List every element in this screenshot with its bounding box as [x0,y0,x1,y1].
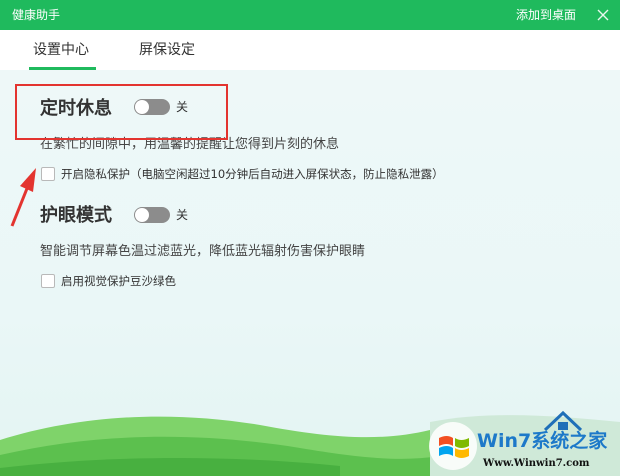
app-title: 健康助手 [12,8,61,22]
title-bar: 健康助手 添加到桌面 [0,0,620,30]
eye-protection-title: 护眼模式 [40,205,112,226]
bean-green-label: 启用视觉保护豆沙绿色 [61,274,176,288]
watermark-logo: Win7系统之家 Www.Winwin7.com [425,410,620,476]
close-icon[interactable] [594,6,612,24]
eye-protection-toggle[interactable] [134,207,170,223]
tab-bar: 设置中心 屏保设定 [0,30,620,70]
eye-protection-toggle-state: 关 [176,208,189,222]
tab-settings-center[interactable]: 设置中心 [33,41,89,59]
add-to-desktop-link[interactable]: 添加到桌面 [516,7,576,23]
privacy-protection-label: 开启隐私保护（电脑空闲超过10分钟后自动进入屏保状态，防止隐私泄露） [61,167,444,181]
bean-green-checkbox[interactable] [41,274,55,288]
tab-screensaver-settings[interactable]: 屏保设定 [139,41,195,59]
privacy-protection-checkbox[interactable] [41,167,55,181]
watermark-brand: Win7系统之家 [477,430,608,452]
watermark-url: Www.Winwin7.com [483,458,590,469]
annotation-highlight-box [15,84,228,140]
windows-flag-icon [429,422,477,470]
eye-protection-description: 智能调节屏幕色温过滤蓝光，降低蓝光辐射伤害保护眼睛 [40,244,366,259]
